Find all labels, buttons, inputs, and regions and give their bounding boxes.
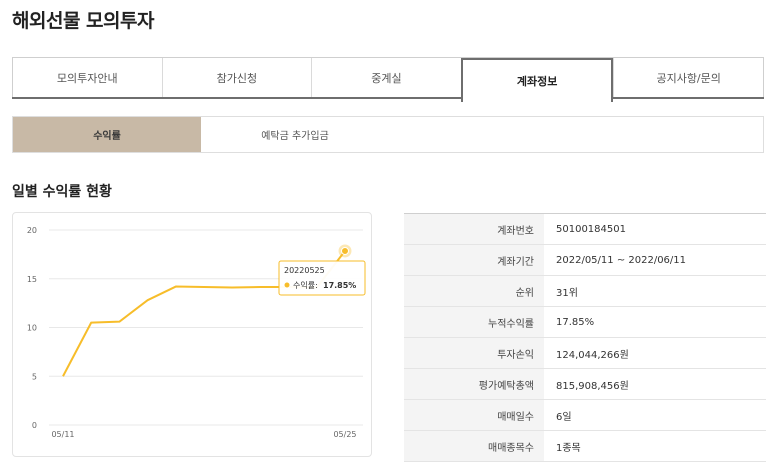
sub-tabs: 수익률 예탁금 추가입금 bbox=[12, 116, 764, 153]
subtab-additional-deposit[interactable]: 예탁금 추가입금 bbox=[201, 117, 389, 152]
main-tabs: 모의투자안내 참가신청 중계실 계좌정보 공지사항/문의 bbox=[12, 57, 764, 102]
account-info-table: 계좌번호 50100184501 계좌기간 2022/05/11 ~ 2022/06/… bbox=[404, 213, 766, 462]
info-value: 17.85% bbox=[544, 306, 766, 338]
info-label: 계좌기간 bbox=[404, 244, 544, 276]
info-value: 2022/05/11 ~ 2022/06/11 bbox=[544, 244, 766, 276]
daily-return-chart: 0 5 10 15 20 05/11 05/25 20220525 수익률: 17.85% bbox=[12, 212, 372, 457]
page-title: 해외선물 모의투자 bbox=[12, 10, 154, 32]
info-value: 1종목 bbox=[544, 430, 766, 462]
y-tick-label: 20 bbox=[27, 226, 37, 235]
info-row: 누적수익률 17.85% bbox=[404, 306, 766, 338]
info-value: 815,908,456원 bbox=[544, 368, 766, 400]
info-value: 6일 bbox=[544, 399, 766, 431]
tooltip-value: 17.85% bbox=[323, 281, 356, 290]
info-value: 124,044,266원 bbox=[544, 337, 766, 369]
tooltip-marker bbox=[284, 282, 290, 288]
info-row: 평가예탁총액 815,908,456원 bbox=[404, 368, 766, 400]
info-row: 매매일수 6일 bbox=[404, 399, 766, 431]
info-label: 순위 bbox=[404, 275, 544, 307]
y-tick-label: 0 bbox=[32, 421, 37, 430]
info-row: 투자손익 124,044,266원 bbox=[404, 337, 766, 369]
tab-notice-inquiry[interactable]: 공지사항/문의 bbox=[613, 58, 764, 97]
info-row: 매매종목수 1종목 bbox=[404, 430, 766, 462]
chart-svg: 0 5 10 15 20 05/11 05/25 20220525 수익률: 17.85% bbox=[27, 226, 366, 439]
y-tick-label: 5 bbox=[32, 372, 37, 381]
info-label: 누적수익률 bbox=[404, 306, 544, 338]
tab-mock-trading-guide[interactable]: 모의투자안내 bbox=[12, 58, 162, 97]
info-value: 31위 bbox=[544, 275, 766, 307]
x-tick-label: 05/25 bbox=[333, 430, 356, 439]
data-point bbox=[341, 246, 349, 255]
info-row: 순위 31위 bbox=[404, 275, 766, 307]
info-label: 평가예탁총액 bbox=[404, 368, 544, 400]
info-label: 투자손익 bbox=[404, 337, 544, 369]
tab-broadcast[interactable]: 중계실 bbox=[311, 58, 461, 97]
info-label: 매매일수 bbox=[404, 399, 544, 431]
y-tick-label: 10 bbox=[27, 324, 37, 333]
info-row: 계좌번호 50100184501 bbox=[404, 213, 766, 245]
info-label: 매매종목수 bbox=[404, 430, 544, 462]
info-label: 계좌번호 bbox=[404, 213, 544, 245]
y-tick-label: 15 bbox=[27, 275, 37, 284]
tooltip-date: 20220525 bbox=[284, 266, 325, 275]
section-title: 일별 수익률 현황 bbox=[12, 184, 112, 200]
tooltip-series-label: 수익률: bbox=[293, 280, 318, 290]
x-tick-label: 05/11 bbox=[51, 430, 74, 439]
subtab-return-rate[interactable]: 수익률 bbox=[13, 117, 201, 152]
tab-apply[interactable]: 참가신청 bbox=[161, 58, 312, 97]
info-value: 50100184501 bbox=[544, 213, 766, 245]
info-row: 계좌기간 2022/05/11 ~ 2022/06/11 bbox=[404, 244, 766, 276]
tab-account-info[interactable]: 계좌정보 bbox=[460, 58, 614, 102]
